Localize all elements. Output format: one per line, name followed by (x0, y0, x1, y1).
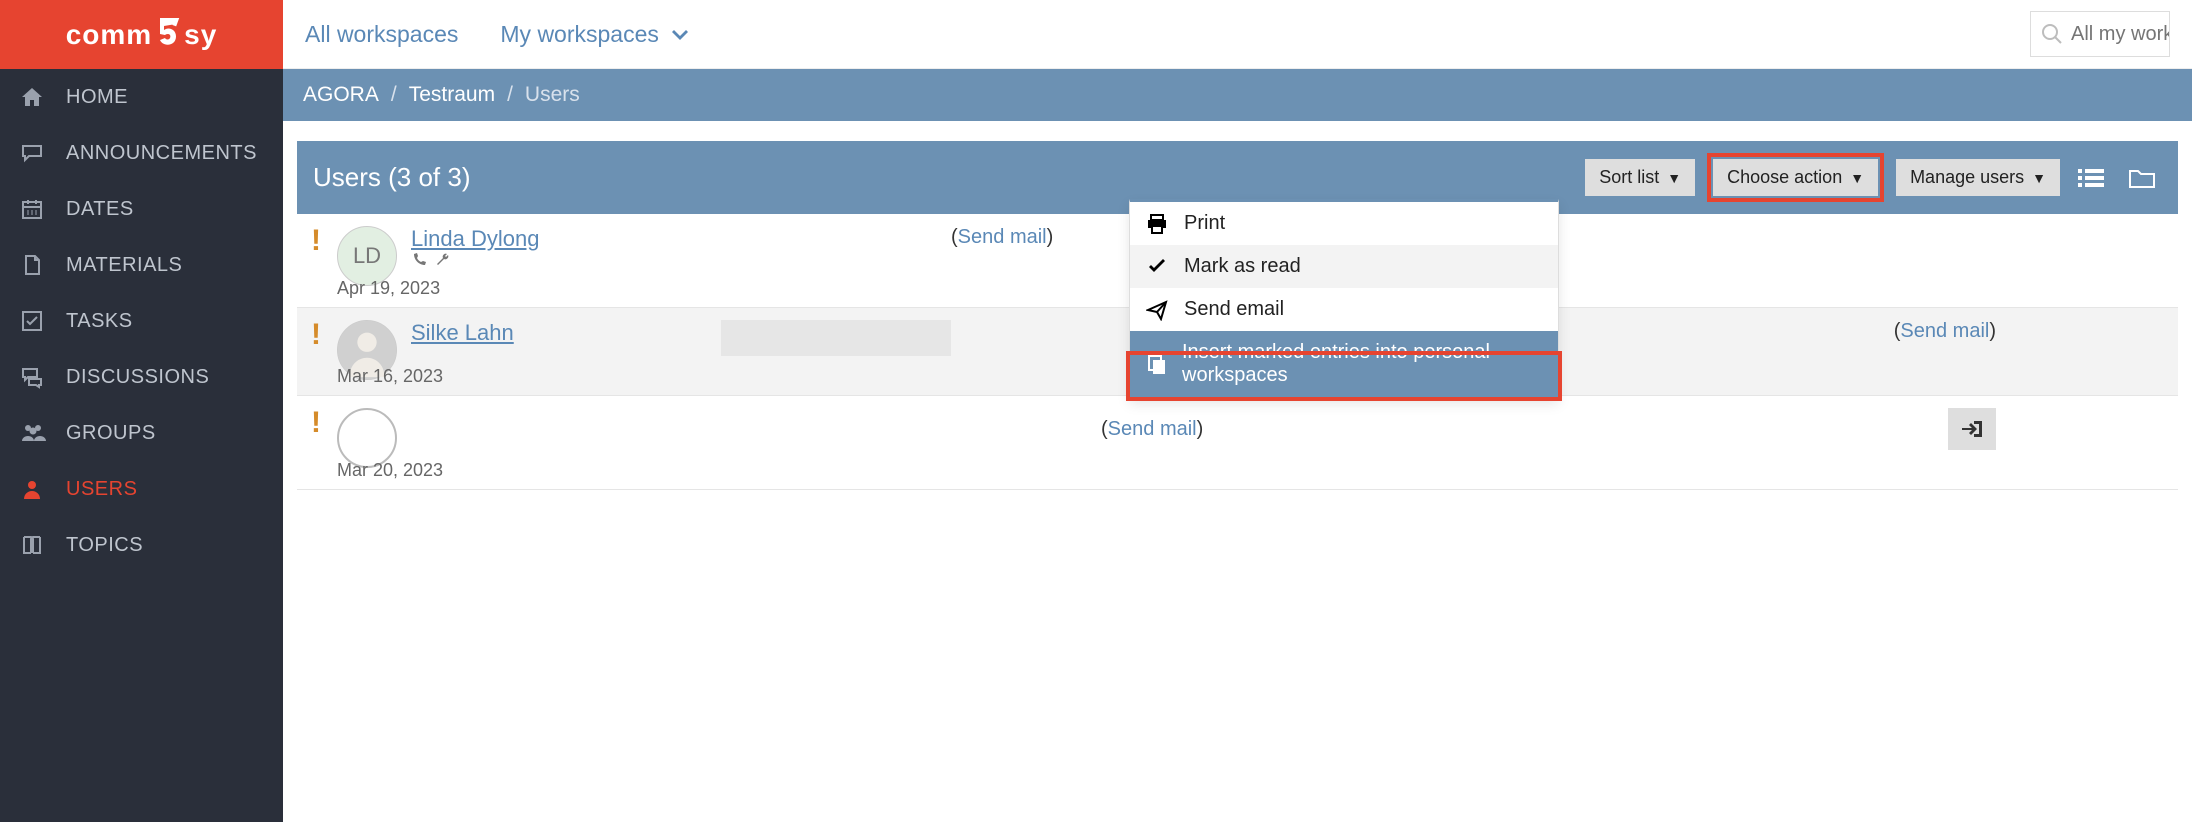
folder-icon[interactable] (2122, 163, 2162, 193)
nav-all-workspaces[interactable]: All workspaces (305, 21, 458, 48)
sidebar-label: TOPICS (66, 534, 143, 557)
sort-list-label: Sort list (1599, 167, 1659, 188)
nav-my-workspaces[interactable]: My workspaces (500, 21, 689, 48)
panel-title: Users (3 of 3) (313, 162, 471, 193)
send-icon (1146, 299, 1170, 321)
user-email-redacted (721, 320, 951, 356)
home-icon (20, 85, 50, 109)
dropdown-mark-read[interactable]: Mark as read (1130, 245, 1558, 288)
avatar: LD (337, 226, 397, 286)
dropdown-label: Print (1184, 212, 1225, 235)
sidebar-item-announcements[interactable]: ANNOUNCEMENTS (0, 125, 283, 181)
choose-action-highlight: Choose action ▼ (1707, 153, 1884, 202)
user-name-link[interactable]: Linda Dylong (411, 226, 539, 251)
sidebar-label: USERS (66, 478, 137, 501)
dropdown-label: Mark as read (1184, 255, 1301, 278)
avatar (337, 408, 397, 468)
breadcrumb-sep: / (507, 83, 513, 107)
dropdown-insert-marked[interactable]: Insert marked entries into personal work… (1130, 331, 1558, 397)
send-mail: (Send mail) (951, 226, 1053, 249)
discussion-icon (20, 365, 50, 389)
sidebar-label: DATES (66, 198, 134, 221)
check-icon (20, 309, 50, 333)
wrench-icon (435, 252, 451, 268)
attention-icon: ! (309, 226, 323, 256)
breadcrumb-leaf: Users (525, 83, 580, 107)
groups-icon (20, 421, 50, 445)
sidebar-label: ANNOUNCEMENTS (66, 142, 257, 165)
breadcrumb: AGORA / Testraum / Users (283, 69, 2192, 121)
search-icon (2041, 23, 2063, 45)
chevron-down-icon (671, 21, 689, 47)
dropdown-print[interactable]: Print (1130, 202, 1558, 245)
logo-5-icon (154, 18, 182, 52)
sort-list-button[interactable]: Sort list ▼ (1585, 159, 1695, 196)
enter-workspace-button[interactable] (1948, 408, 1996, 450)
caret-down-icon: ▼ (1850, 170, 1864, 186)
list-view-icon[interactable] (2072, 163, 2110, 193)
dropdown-label: Send email (1184, 298, 1284, 321)
attention-icon: ! (309, 320, 323, 350)
sidebar-item-users[interactable]: USERS (0, 461, 283, 517)
send-mail-link[interactable]: Send mail (1900, 320, 1989, 342)
user-date: Mar 20, 2023 (337, 460, 2166, 481)
user-name-link[interactable]: Silke Lahn (411, 320, 514, 345)
sidebar-item-home[interactable]: HOME (0, 69, 283, 125)
caret-down-icon: ▼ (1667, 170, 1681, 186)
sidebar-item-dates[interactable]: DATES (0, 181, 283, 237)
dropdown-send-email[interactable]: Send email (1130, 288, 1558, 331)
send-mail-link[interactable]: Send mail (1108, 418, 1197, 440)
send-mail: (Send mail) (1101, 418, 1203, 441)
sidebar-label: HOME (66, 86, 128, 109)
sidebar-item-groups[interactable]: GROUPS (0, 405, 283, 461)
breadcrumb-root[interactable]: AGORA (303, 83, 379, 107)
choose-action-dropdown: Print Mark as read Send email Inser (1129, 199, 1559, 398)
send-mail-link[interactable]: Send mail (958, 226, 1047, 248)
sidebar: HOME ANNOUNCEMENTS DATES MATERIALS TASKS… (0, 69, 283, 822)
breadcrumb-sep: / (391, 83, 397, 107)
sidebar-item-topics[interactable]: TOPICS (0, 517, 283, 573)
sidebar-label: MATERIALS (66, 254, 182, 277)
search-input[interactable] (2071, 23, 2170, 46)
copy-icon (1146, 353, 1168, 375)
send-mail: (Send mail) (1894, 320, 1996, 343)
brand-logo[interactable]: comm sy (0, 0, 283, 69)
sidebar-label: GROUPS (66, 422, 156, 445)
book-icon (20, 533, 50, 557)
choose-action-label: Choose action (1727, 167, 1842, 188)
sidebar-item-tasks[interactable]: TASKS (0, 293, 283, 349)
choose-action-button[interactable]: Choose action ▼ (1713, 159, 1878, 196)
nav-my-workspaces-label: My workspaces (500, 21, 658, 47)
manage-users-label: Manage users (1910, 167, 2024, 188)
phone-icon (411, 252, 427, 268)
sidebar-item-discussions[interactable]: DISCUSSIONS (0, 349, 283, 405)
sidebar-label: TASKS (66, 310, 133, 333)
print-icon (1146, 213, 1170, 235)
breadcrumb-room[interactable]: Testraum (409, 83, 495, 107)
panel-header: Users (3 of 3) Sort list ▼ Choose action… (297, 141, 2178, 214)
attention-icon: ! (309, 408, 323, 438)
user-row[interactable]: ! (Send mail) (297, 396, 2178, 490)
dropdown-label: Insert marked entries into personal work… (1182, 341, 1542, 387)
sidebar-item-materials[interactable]: MATERIALS (0, 237, 283, 293)
caret-down-icon: ▼ (2032, 170, 2046, 186)
speech-icon (20, 141, 50, 165)
checkmark-icon (1146, 256, 1170, 278)
calendar-icon (20, 197, 50, 221)
login-icon (1960, 419, 1984, 439)
file-icon (20, 253, 50, 277)
sidebar-label: DISCUSSIONS (66, 366, 209, 389)
search-input-wrapper[interactable] (2030, 11, 2170, 57)
user-icon (20, 477, 50, 501)
manage-users-button[interactable]: Manage users ▼ (1896, 159, 2060, 196)
